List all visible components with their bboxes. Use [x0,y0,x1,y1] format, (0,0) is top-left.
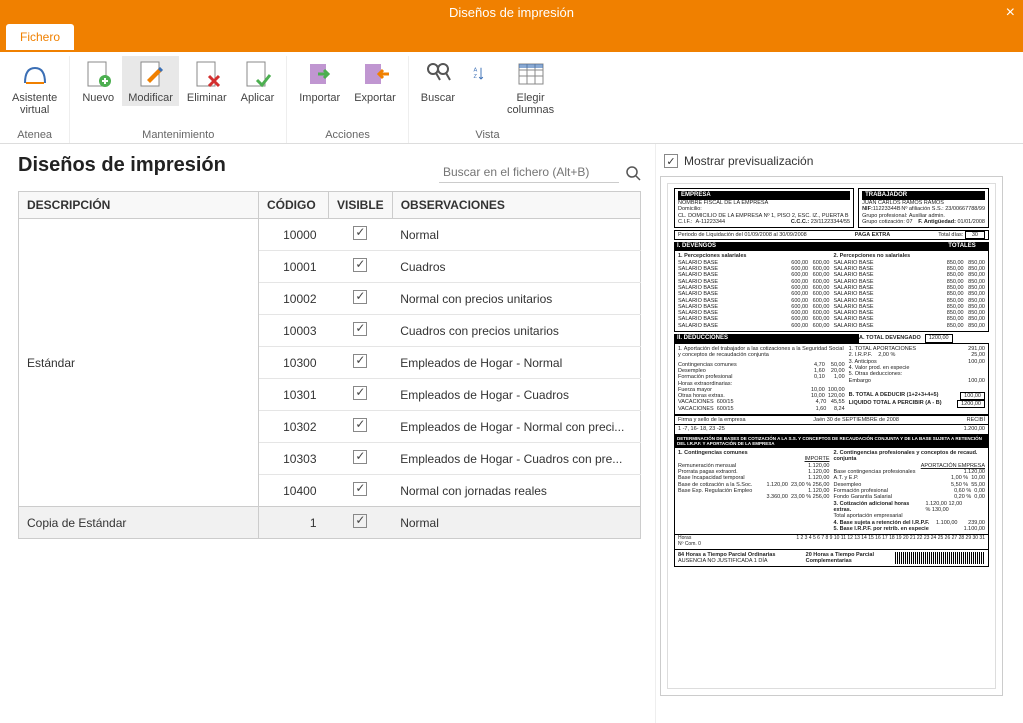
visible-checkbox[interactable] [353,322,367,336]
visible-checkbox[interactable] [353,226,367,240]
search-icon[interactable] [625,165,641,181]
ribbon-group-mantenimiento: Nuevo Modificar Eliminar Aplicar Manteni… [70,56,287,143]
aplicar-button[interactable]: Aplicar [235,56,281,106]
col-visible[interactable]: VISIBLE [329,192,393,219]
exportar-button[interactable]: Exportar [348,56,402,106]
preview-document: EMPRESA NOMBRE FISCAL DE LA EMPRESA Domi… [667,183,996,689]
page-title: Diseños de impresión [18,154,226,177]
svg-text:A: A [474,68,478,74]
ribbon: Asistente virtual Atenea Nuevo Modificar… [0,52,1023,144]
visible-checkbox[interactable] [353,258,367,272]
check-icon: ✓ [664,154,678,168]
elegir-columnas-button[interactable]: Elegir columnas [501,56,560,118]
importar-button[interactable]: Importar [293,56,346,106]
visible-checkbox[interactable] [353,290,367,304]
buscar-button[interactable]: Buscar [415,56,461,106]
close-icon[interactable]: × [1006,4,1015,22]
col-descripcion[interactable]: DESCRIPCIÓN [19,192,259,219]
tab-fichero[interactable]: Fichero [6,24,74,50]
visible-checkbox[interactable] [353,354,367,368]
ribbon-group-acciones: Importar Exportar Acciones [287,56,409,143]
table-row[interactable]: Copia de Estándar1Normal [19,507,641,539]
sort-button[interactable]: AZ [463,56,499,94]
visible-checkbox[interactable] [353,386,367,400]
col-observaciones[interactable]: OBSERVACIONES [392,192,640,219]
search-input[interactable] [439,162,619,183]
titlebar: Diseños de impresión × Fichero [0,0,1023,52]
search-bar [439,162,641,183]
mostrar-previsualizacion-checkbox[interactable]: ✓ Mostrar previsualización [664,154,1003,168]
visible-checkbox[interactable] [353,514,367,528]
asistente-virtual-button[interactable]: Asistente virtual [6,56,63,118]
table-row[interactable]: Estándar10000Normal [19,219,641,251]
preview-panel: EMPRESA NOMBRE FISCAL DE LA EMPRESA Domi… [660,176,1003,696]
modificar-button[interactable]: Modificar [122,56,179,106]
svg-text:Z: Z [474,74,478,80]
visible-checkbox[interactable] [353,450,367,464]
barcode [895,552,985,564]
disenos-table: DESCRIPCIÓN CÓDIGO VISIBLE OBSERVACIONES… [18,191,641,539]
visible-checkbox[interactable] [353,418,367,432]
eliminar-button[interactable]: Eliminar [181,56,233,106]
col-codigo[interactable]: CÓDIGO [259,192,329,219]
visible-checkbox[interactable] [353,482,367,496]
desc-cell: Estándar [19,219,259,507]
ribbon-group-atenea: Asistente virtual Atenea [0,56,70,143]
nuevo-button[interactable]: Nuevo [76,56,120,106]
ribbon-group-vista: Buscar AZ Elegir columnas Vista [409,56,566,143]
window-title: Diseños de impresión [0,0,1023,26]
